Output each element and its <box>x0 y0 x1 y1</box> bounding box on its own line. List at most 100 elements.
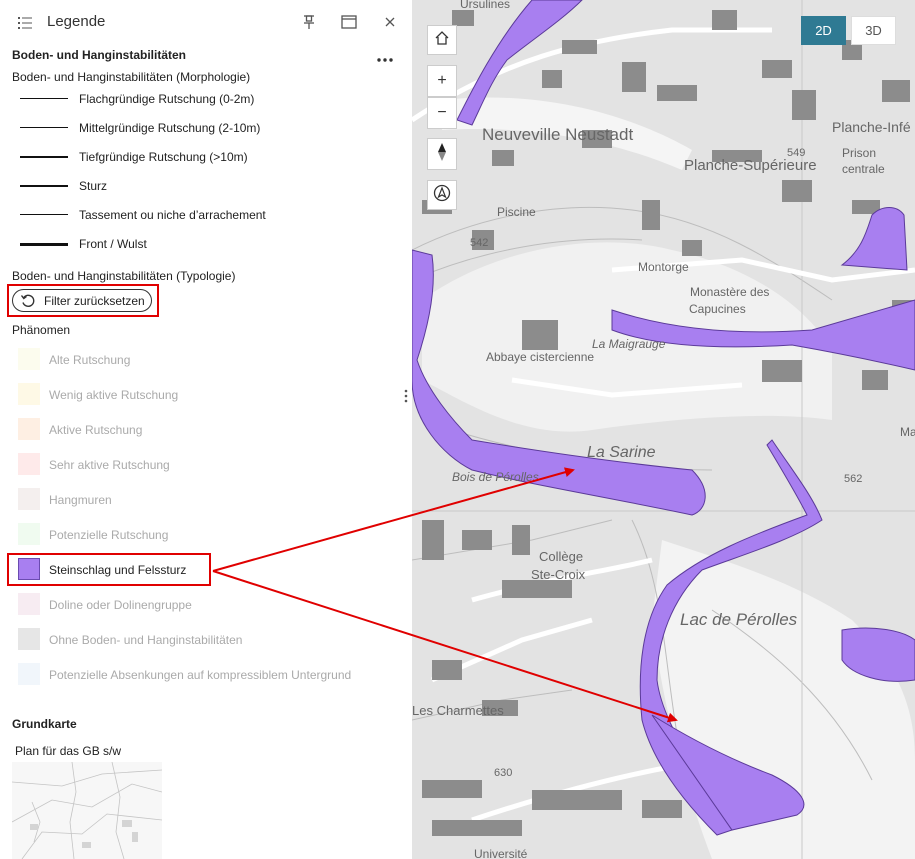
morphology-item-front: Front / Wulst <box>20 234 400 254</box>
legend-header: Legende <box>0 0 412 44</box>
line-symbol <box>20 156 68 158</box>
phenomenon-swatch <box>18 383 40 405</box>
pin-icon[interactable] <box>300 13 318 31</box>
map-label: Piscine <box>497 205 536 219</box>
phenomenon-swatch <box>18 593 40 615</box>
map-label: Bois de Pérolles <box>452 470 539 484</box>
phenomenon-item[interactable]: Potenzielle Rutschung <box>18 523 398 549</box>
more-options-icon[interactable] <box>376 55 394 65</box>
phenomenon-item-label: Hangmuren <box>49 493 112 507</box>
morphology-item-label: Flachgründige Rutschung (0-2m) <box>79 92 255 106</box>
morphology-item-tassement: Tassement ou niche d’arrachement <box>20 205 400 225</box>
phenomenon-item[interactable]: Hangmuren <box>18 488 398 514</box>
phenomenon-label: Phänomen <box>12 323 71 337</box>
phenomenon-item-label: Ohne Boden- und Hanginstabilitäten <box>49 633 243 647</box>
map-label: Abbaye cistercienne <box>486 350 594 364</box>
map-label: Ursulines <box>460 0 510 11</box>
map-label: Neuveville Neustadt <box>482 125 633 144</box>
map-label: Planche-Infé <box>832 119 911 135</box>
legend-panel: Legende Boden- und Hanginstabilitäten Bo… <box>0 0 412 859</box>
compass-icon <box>436 142 448 167</box>
map-view[interactable]: Ursulines Neuveville Neustadt Planche-In… <box>412 0 915 859</box>
map-label: centrale <box>842 162 885 176</box>
zoom-in-button[interactable]: + <box>427 65 457 97</box>
resize-handle-icon[interactable] <box>402 388 410 404</box>
map-label: La Sarine <box>587 444 656 461</box>
phenomenon-item-label: Potenzielle Rutschung <box>49 528 169 542</box>
minus-icon: − <box>437 104 447 121</box>
map-label: 630 <box>494 767 512 779</box>
map-label: Ste-Croix <box>531 567 586 582</box>
map-label: Prison <box>842 146 876 160</box>
view-2d-button[interactable]: 2D <box>801 16 846 45</box>
phenomenon-swatch <box>18 418 40 440</box>
home-icon <box>434 30 450 51</box>
phenomenon-item-label: Wenig aktive Rutschung <box>49 388 179 402</box>
map-label: 549 <box>787 147 805 159</box>
typology-subtitle: Boden- und Hanginstabilitäten (Typologie… <box>12 269 236 283</box>
morphology-section-title: Boden- und Hanginstabilitäten <box>12 48 186 62</box>
morphology-item-label: Tassement ou niche d’arrachement <box>79 208 266 222</box>
map-label: La Maigrauge <box>592 337 666 351</box>
navigation-icon <box>433 184 451 207</box>
morphology-subtitle: Boden- und Hanginstabilitäten (Morpholog… <box>12 70 251 84</box>
legend-title: Legende <box>47 13 106 30</box>
view-3d-button[interactable]: 3D <box>851 16 896 45</box>
map-label: Capucines <box>689 302 746 316</box>
phenomenon-item[interactable]: Sehr aktive Rutschung <box>18 453 398 479</box>
phenomenon-swatch <box>18 348 40 370</box>
view-2d-label: 2D <box>815 23 832 38</box>
phenomenon-item-label: Alte Rutschung <box>49 353 131 367</box>
map-label: Les Charmettes <box>412 703 504 718</box>
phenomenon-item-label: Potenzielle Absenkungen auf kompressible… <box>49 668 352 682</box>
map-label: 562 <box>844 473 862 485</box>
morphology-item-label: Front / Wulst <box>79 237 147 251</box>
phenomenon-item[interactable]: Potenzielle Absenkungen auf kompressible… <box>18 663 398 689</box>
locate-button[interactable] <box>427 180 457 210</box>
phenomenon-swatch <box>18 523 40 545</box>
phenomenon-swatch <box>18 628 40 650</box>
compass-button[interactable] <box>427 138 457 170</box>
map-label: Montorge <box>638 260 689 274</box>
phenomenon-swatch <box>18 488 40 510</box>
morphology-item-fall: Sturz <box>20 176 400 196</box>
morphology-item-label: Mittelgründige Rutschung (2-10m) <box>79 121 261 135</box>
morphology-item-deep: Tiefgründige Rutschung (>10m) <box>20 147 400 167</box>
morphology-item-label: Tiefgründige Rutschung (>10m) <box>79 150 248 164</box>
map-label: Planche-Supérieure <box>684 157 817 174</box>
line-symbol <box>20 185 68 187</box>
morphology-item-shallow: Flachgründige Rutschung (0-2m) <box>20 89 400 109</box>
map-label: Ma <box>900 425 915 439</box>
basemap-thumbnail[interactable] <box>11 761 163 859</box>
legend-list-icon[interactable] <box>16 14 34 32</box>
phenomenon-item[interactable]: Doline oder Dolinengruppe <box>18 593 398 619</box>
zoom-out-button[interactable]: − <box>427 97 457 129</box>
phenomenon-item-label: Sehr aktive Rutschung <box>49 458 170 472</box>
phenomenon-item[interactable]: Ohne Boden- und Hanginstabilitäten <box>18 628 398 654</box>
phenomenon-swatch <box>18 663 40 685</box>
phenomenon-item-label: Doline oder Dolinengruppe <box>49 598 192 612</box>
phenomenon-item[interactable]: Wenig aktive Rutschung <box>18 383 398 409</box>
view-3d-label: 3D <box>865 23 882 38</box>
phenomenon-swatch <box>18 453 40 475</box>
phenomenon-item[interactable]: Aktive Rutschung <box>18 418 398 444</box>
map-label: Collège <box>539 549 583 564</box>
close-icon[interactable] <box>381 13 399 31</box>
highlight-reset-filter <box>7 284 159 317</box>
map-label: Monastère des <box>690 285 769 299</box>
home-button[interactable] <box>427 25 457 55</box>
map-canvas: Ursulines Neuveville Neustadt Planche-In… <box>412 0 915 859</box>
line-symbol <box>20 127 68 128</box>
basemap-section-title: Grundkarte <box>12 717 77 731</box>
basemap-name: Plan für das GB s/w <box>15 744 122 758</box>
line-symbol <box>20 214 68 215</box>
maximize-icon[interactable] <box>340 13 358 31</box>
line-symbol <box>20 243 68 246</box>
plus-icon: + <box>437 72 447 89</box>
map-label: Université <box>474 847 528 859</box>
morphology-item-medium: Mittelgründige Rutschung (2-10m) <box>20 118 400 138</box>
phenomenon-item-label: Aktive Rutschung <box>49 423 143 437</box>
morphology-item-label: Sturz <box>79 179 108 193</box>
phenomenon-item[interactable]: Alte Rutschung <box>18 348 398 374</box>
highlight-steinschlag <box>7 553 211 586</box>
